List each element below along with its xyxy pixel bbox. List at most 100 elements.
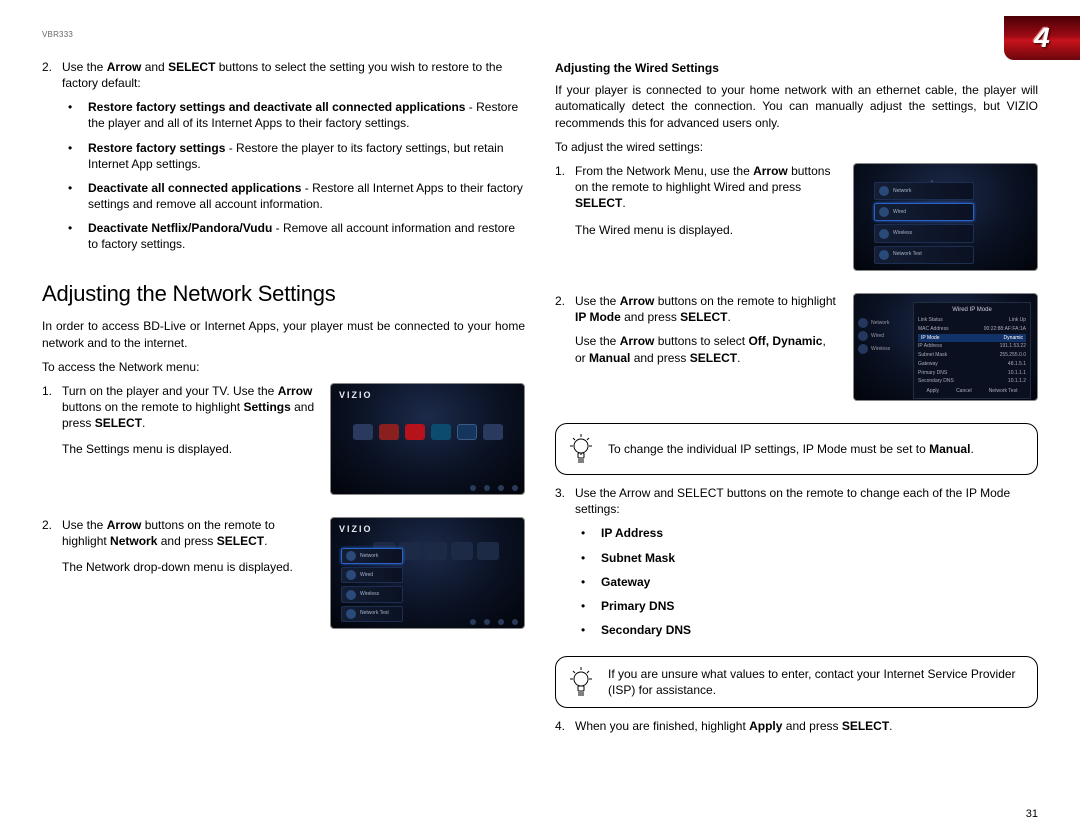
text: . — [142, 416, 145, 430]
step-number: 1. — [42, 383, 62, 507]
tip-manual-ip: To change the individual IP settings, IP… — [555, 423, 1038, 475]
text: buttons on the remote to highlight — [654, 294, 835, 308]
kw-ipmode: IP Mode — [575, 310, 621, 324]
tip-isp: If you are unsure what values to enter, … — [555, 656, 1038, 708]
step-note: The Wired menu is displayed. — [575, 222, 839, 238]
text: buttons to select — [654, 334, 748, 348]
left-column: VBR333 2. Use the Arrow and SELECT butto… — [42, 30, 525, 810]
vudu-icon — [431, 424, 451, 440]
ip-mode-settings: IP Address Subnet Mask Gateway Primary D… — [575, 525, 1038, 638]
kw-arrow: Arrow — [278, 384, 313, 398]
panel-item-wireless: Wireless — [874, 224, 974, 242]
text: and press — [630, 351, 689, 365]
text: From the Network Menu, use the — [575, 164, 753, 178]
text: . — [622, 196, 625, 210]
screenshot-wired-menu: ‹ Network Wired Wireless Network Test — [853, 163, 1038, 271]
kw-arrow: Arrow — [620, 294, 655, 308]
kw-select: SELECT — [95, 416, 142, 430]
left-item: Network — [858, 318, 902, 328]
right-column: Adjusting the Wired Settings If your pla… — [555, 30, 1038, 810]
screenshot-network-menu: VIZIO Network Wired Wireless Network Tes… — [330, 517, 525, 629]
kw-select: SELECT — [217, 534, 264, 548]
text: . — [728, 310, 731, 324]
text: . — [889, 719, 892, 733]
kw-arrow: Arrow — [107, 518, 142, 532]
kw-apply: Apply — [749, 719, 782, 733]
chapter-tab: 4 — [1004, 16, 1080, 60]
wired-intro: If your player is connected to your home… — [555, 82, 1038, 131]
settings-icon — [353, 424, 373, 440]
table-title: Wired IP Mode — [918, 306, 1026, 314]
kw-arrow: Arrow — [753, 164, 788, 178]
opt-bold: Restore factory settings — [88, 141, 225, 155]
kw-arrow: Arrow — [107, 60, 142, 74]
tip-text: . — [970, 442, 973, 456]
step-number: 1. — [555, 163, 575, 283]
page-number: 31 — [1026, 807, 1038, 822]
model-label: VBR333 — [42, 30, 525, 41]
network-intro: In order to access BD-Live or Internet A… — [42, 318, 525, 350]
text: Use the Arrow and SELECT buttons on the … — [575, 486, 1010, 516]
wired-table: Wired IP Mode Link StatusLink Up MAC Add… — [913, 302, 1031, 399]
panel-item-nettest: Network Test — [341, 606, 403, 622]
brand-label: VIZIO — [339, 389, 373, 401]
restore-steps: 2. Use the Arrow and SELECT buttons to s… — [42, 59, 525, 261]
setting-item: Subnet Mask — [601, 550, 675, 566]
setting-item: Primary DNS — [601, 598, 674, 614]
app-icon — [379, 424, 399, 440]
network-access: To access the Network menu: — [42, 359, 525, 375]
wired-steps: 1. From the Network Menu, use the Arrow … — [555, 163, 1038, 413]
text: Turn on the player and your TV. Use the — [62, 384, 278, 398]
panel-item-wired: Wired — [874, 203, 974, 221]
step-number: 2. — [555, 293, 575, 413]
wired-steps-cont: 3. Use the Arrow and SELECT buttons on t… — [555, 485, 1038, 646]
kw-select: SELECT — [842, 719, 889, 733]
setting-item: IP Address — [601, 525, 663, 541]
step-note: The Network drop-down menu is displayed. — [62, 559, 316, 575]
panel-item-network: Network — [874, 182, 974, 200]
panel-item-nettest: Network Test — [874, 246, 974, 264]
text: and — [141, 60, 168, 74]
kw-arrow: Arrow — [620, 334, 655, 348]
brand-label: VIZIO — [339, 523, 373, 535]
kw-select: SELECT — [168, 60, 215, 74]
wired-adjust: To adjust the wired settings: — [555, 139, 1038, 155]
kw-manual: Manual — [589, 351, 630, 365]
kw-select: SELECT — [690, 351, 737, 365]
text: buttons on the remote to highlight — [62, 400, 243, 414]
text: and press — [621, 310, 680, 324]
page: VBR333 2. Use the Arrow and SELECT butto… — [0, 0, 1080, 834]
wired-steps-end: 4. When you are finished, highlight Appl… — [555, 718, 1038, 734]
text: . — [737, 351, 740, 365]
step-number: 2. — [42, 517, 62, 641]
opt-bold: Deactivate Netflix/Pandora/Vudu — [88, 221, 272, 235]
opt-bold: Deactivate all connected applications — [88, 181, 301, 195]
kw-off-dynamic: Off, Dynamic — [748, 334, 822, 348]
kw-settings: Settings — [243, 400, 290, 414]
screenshot-settings-menu: VIZIO — [330, 383, 525, 495]
chapter-number: 4 — [1034, 19, 1050, 57]
step-number: 2. — [42, 59, 62, 261]
kw-select: SELECT — [680, 310, 727, 324]
text: . — [264, 534, 267, 548]
panel-item-wired: Wired — [341, 567, 403, 583]
text: Use the — [575, 294, 620, 308]
setting-item: Gateway — [601, 574, 650, 590]
tip-text: To change the individual IP settings, IP… — [608, 442, 929, 456]
text: Use the — [575, 334, 620, 348]
tip-text: If you are unsure what values to enter, … — [608, 666, 1023, 698]
text: When you are finished, highlight — [575, 719, 749, 733]
setting-item: Secondary DNS — [601, 622, 691, 638]
screenshot-wired-ip-mode: Network Wired Wireless Wired IP Mode Lin… — [853, 293, 1038, 401]
kw-manual: Manual — [929, 442, 970, 456]
restore-options: Restore factory settings and deactivate … — [62, 99, 525, 253]
left-item: Wired — [858, 331, 902, 341]
kw-select: SELECT — [575, 196, 622, 210]
text: and press — [157, 534, 216, 548]
panel-item-network: Network — [341, 548, 403, 564]
opt-bold: Restore factory settings and deactivate … — [88, 100, 465, 114]
app-icon — [483, 424, 503, 440]
text: and press — [782, 719, 841, 733]
left-item: Wireless — [858, 344, 902, 354]
pandora-icon — [457, 424, 477, 440]
